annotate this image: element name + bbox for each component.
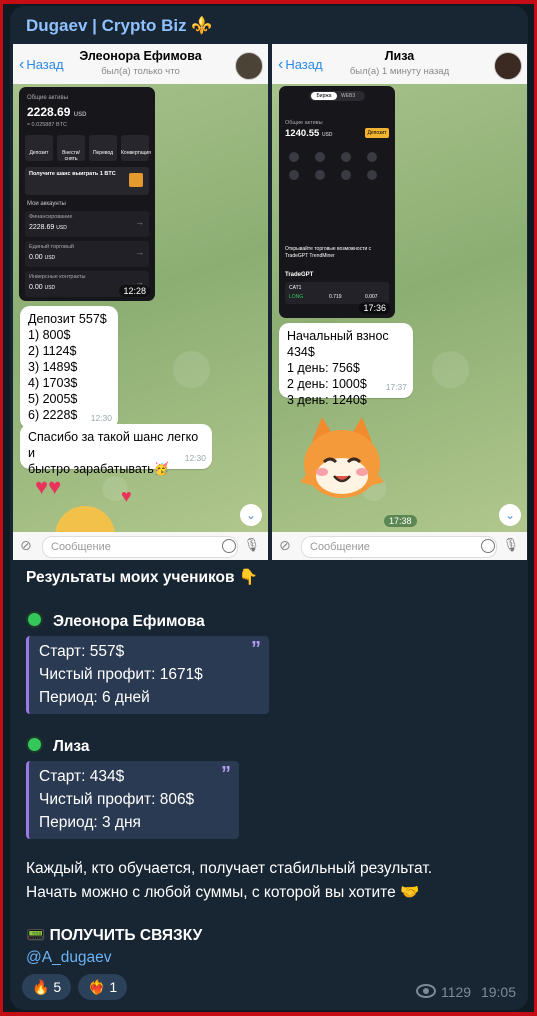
sticker-time: 17:38 bbox=[384, 515, 417, 527]
window-border-bottom bbox=[0, 1012, 537, 1016]
chat-header: ‹ Назад Лиза был(а) 1 минуту назад bbox=[272, 44, 527, 84]
heart-icon: ♥ bbox=[121, 486, 132, 506]
fox-sticker bbox=[292, 412, 392, 512]
message-field: Сообщение bbox=[301, 536, 497, 558]
sticker-icon bbox=[222, 539, 236, 553]
summary-line: Начать можно с любой суммы, с которой вы… bbox=[26, 884, 420, 901]
avatar bbox=[235, 52, 263, 80]
deposit-button: Депозит bbox=[365, 128, 389, 138]
action-icon bbox=[289, 152, 299, 162]
scroll-down-button: ⌄ bbox=[499, 504, 521, 526]
scroll-down-button: ⌄ bbox=[240, 504, 262, 526]
reaction-fire[interactable]: 🔥 5 bbox=[22, 974, 72, 1000]
paperclip-icon: ⊘ bbox=[279, 537, 291, 553]
channel-post: Dugaev | Crypto Biz ⚜️ ‹ Назад Элеонора Е… bbox=[10, 6, 528, 1010]
quote-icon: ” bbox=[221, 763, 231, 785]
accounts-title: Мои аккаунты bbox=[27, 201, 66, 207]
green-circle-icon bbox=[26, 736, 43, 753]
chat-header: ‹ Назад Элеонора Ефимова был(а) только чт… bbox=[13, 44, 268, 84]
action-icon bbox=[315, 170, 325, 180]
action-icon bbox=[367, 152, 377, 162]
window-border-top bbox=[0, 0, 537, 4]
wallet-actions: Депозит Внести/снять Перевод Конвертация bbox=[25, 135, 151, 162]
section-title: TradeGPT bbox=[285, 272, 314, 278]
action-icon bbox=[315, 152, 325, 162]
btc-balance: ≈ 0.025887 BTC bbox=[27, 122, 68, 128]
student-name: Лиза bbox=[26, 736, 90, 756]
total-assets-label: Общие активы bbox=[285, 120, 323, 126]
green-circle-icon bbox=[26, 611, 43, 628]
quote-icon: ” bbox=[251, 638, 261, 660]
contact-name: Элеонора Ефимова bbox=[79, 49, 202, 63]
heart-sticker-icon: ♥♥ bbox=[35, 474, 62, 499]
message-input-bar: ⊘ Сообщение 🎙 bbox=[272, 532, 527, 560]
action-icon bbox=[289, 170, 299, 180]
quick-actions-grid bbox=[285, 152, 389, 180]
convert-action: Конвертация bbox=[121, 135, 151, 161]
wallet-screenshot: Биржа WEB3 Общие активы 1240.55 USD Депо… bbox=[279, 86, 395, 318]
channel-title[interactable]: Dugaev | Crypto Biz ⚜️ bbox=[26, 16, 213, 36]
account-row: Финансирование 2228.69 USD → bbox=[25, 211, 149, 237]
message-bubble: Депозит 557$ 1) 800$ 2) 1124$ 3) 1489$ 4… bbox=[20, 306, 118, 429]
action-icon bbox=[367, 170, 377, 180]
action-icon bbox=[341, 170, 351, 180]
account-row: Единый торговый 0.00 USD → bbox=[25, 241, 149, 267]
author-link[interactable]: @A_dugaev bbox=[26, 949, 112, 967]
promo-card: Получите шанс выиграть 1 BTC bbox=[25, 167, 149, 195]
message-bubble: Спасибо за такой шанс легко и быстро зар… bbox=[20, 424, 212, 476]
post-meta: 1129 19:05 bbox=[415, 984, 516, 1000]
message-input-bar: ⊘ Сообщение 🎙 bbox=[13, 532, 268, 560]
sticker-icon bbox=[481, 539, 495, 553]
contact-status: был(а) 1 минуту назад bbox=[349, 66, 450, 77]
arrow-right-icon: → bbox=[135, 247, 144, 257]
wallet-balance: 1240.55 USD bbox=[285, 128, 333, 139]
message-bubble: Начальный взнос 434$ 1 день: 756$ 2 день… bbox=[279, 323, 413, 407]
transfer-action: Перевод bbox=[89, 135, 117, 161]
microphone-icon: 🎙 bbox=[243, 537, 260, 552]
view-count: 1129 bbox=[440, 984, 472, 1000]
microphone-icon: 🎙 bbox=[502, 537, 519, 552]
deposit-action: Депозит bbox=[25, 135, 53, 161]
result-quote: ” Старт: 434$ Чистый профит: 806$ Период… bbox=[26, 761, 239, 839]
paperclip-icon: ⊘ bbox=[20, 537, 32, 553]
cta-text: 📟 ПОЛУЧИТЬ СВЯЗКУ bbox=[26, 927, 203, 944]
post-heading: Результаты моих учеников 👇 bbox=[26, 569, 259, 586]
reaction-heart-on-fire[interactable]: ❤️‍🔥 1 bbox=[78, 974, 128, 1000]
message-time: 12:30 bbox=[184, 453, 206, 463]
avatar bbox=[494, 52, 522, 80]
wallet-screenshot: Общие активы 2228.69 USD ≈ 0.025887 BTC … bbox=[19, 87, 155, 301]
post-time: 19:05 bbox=[480, 984, 516, 1000]
exchange-tabs: Биржа WEB3 bbox=[309, 91, 365, 101]
contact-name: Лиза bbox=[384, 49, 415, 63]
contact-status: был(а) только что bbox=[101, 66, 180, 77]
message-time: 17:37 bbox=[385, 382, 407, 392]
screenshot-chat-liza[interactable]: ‹ Назад Лиза был(а) 1 минуту назад Биржа … bbox=[272, 44, 527, 560]
arrow-right-icon: → bbox=[135, 217, 144, 227]
message-time: 17:36 bbox=[359, 302, 390, 314]
gift-icon bbox=[129, 173, 143, 187]
ticker-card: CAT1 LONG 0.719 0.007 bbox=[285, 282, 389, 304]
summary-line: Каждый, кто обучается, получает стабильн… bbox=[26, 860, 433, 877]
message-field: Сообщение bbox=[42, 536, 238, 558]
action-icon bbox=[341, 152, 351, 162]
withdraw-action: Внести/снять bbox=[57, 135, 85, 162]
message-time: 12:28 bbox=[119, 285, 150, 297]
promo-text: Открывайте торговые возможности с TradeG… bbox=[285, 246, 372, 259]
screenshot-chat-eleonora[interactable]: ‹ Назад Элеонора Ефимова был(а) только чт… bbox=[13, 44, 268, 560]
student-name: Элеонора Ефимова bbox=[26, 611, 205, 631]
eye-icon bbox=[415, 984, 436, 998]
total-assets-label: Общие активы bbox=[27, 95, 69, 101]
window-border-left bbox=[0, 0, 3, 1016]
fleur-de-lis-icon: ⚜️ bbox=[191, 16, 213, 35]
wallet-balance: 2228.69 USD bbox=[27, 105, 87, 119]
result-quote: ” Старт: 557$ Чистый профит: 1671$ Перио… bbox=[26, 636, 269, 714]
